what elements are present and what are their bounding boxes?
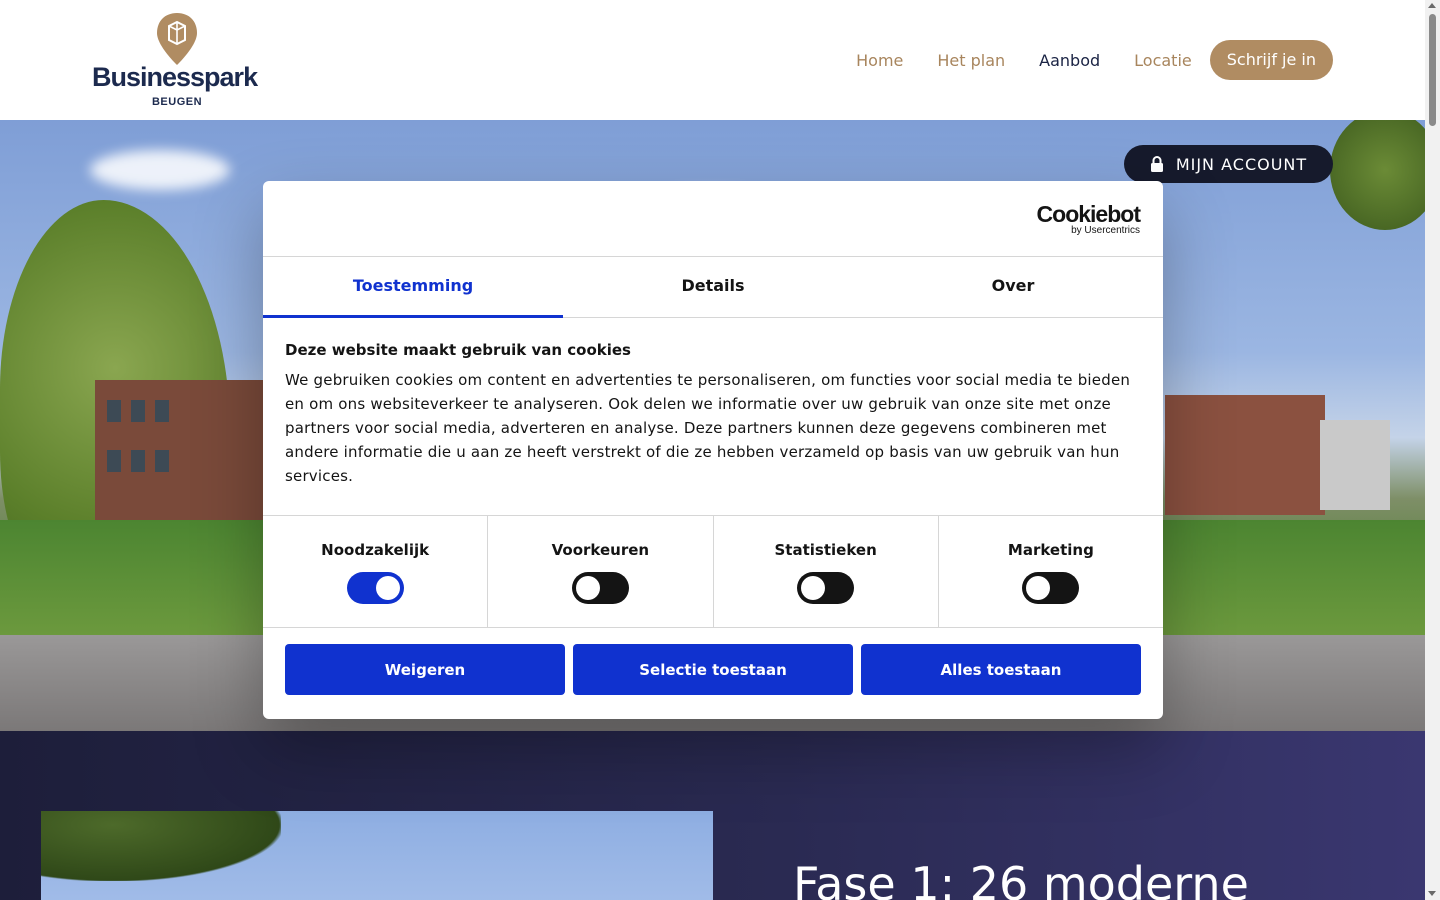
nav-locatie[interactable]: Locatie (1134, 51, 1192, 70)
house (1320, 420, 1390, 510)
main-nav: Home Het plan Aanbod Locatie Schrijf je … (822, 40, 1333, 80)
cookiebot-logo[interactable]: Cookiebot by Usercentrics (1036, 201, 1141, 237)
dialog-description: We gebruiken cookies om content en adver… (285, 371, 1131, 485)
toggle-label: Noodzakelijk (321, 541, 430, 559)
reject-button[interactable]: Weigeren (285, 644, 565, 695)
logo-subtitle: BEUGEN (151, 96, 203, 108)
phase-title: Fase 1: 26 moderne (793, 857, 1249, 900)
logo[interactable]: Businesspark BEUGEN (92, 12, 267, 112)
cookie-consent-dialog: Cookiebot by Usercentrics Toestemming De… (263, 181, 1163, 719)
lock-icon (1150, 156, 1163, 172)
toggle-label: Statistieken (774, 541, 877, 559)
toggle-noodzakelijk[interactable] (346, 572, 404, 604)
dialog-header: Cookiebot by Usercentrics (263, 181, 1163, 257)
logo-wordmark: Businesspark (92, 62, 258, 92)
building (95, 380, 270, 520)
toggle-group-noodzakelijk: Noodzakelijk (263, 516, 489, 627)
cloud (90, 150, 230, 190)
phase-image (41, 811, 713, 900)
nav-home[interactable]: Home (856, 51, 903, 70)
scrollbar-thumb[interactable] (1429, 14, 1436, 126)
signup-button[interactable]: Schrijf je in (1209, 40, 1333, 80)
cookiebot-wordmark: Cookiebot (1036, 201, 1141, 227)
scroll-down-arrow-icon[interactable] (1428, 891, 1436, 896)
tab-details[interactable]: Details (563, 257, 863, 317)
tree-branch (41, 811, 281, 881)
dialog-tabs: Toestemming Details Over (263, 257, 1163, 318)
map-pin-icon (157, 13, 197, 65)
consent-toggles: Noodzakelijk Voorkeuren Statistieken Mar… (263, 515, 1163, 628)
toggle-marketing[interactable] (1022, 572, 1080, 604)
toggle-label: Voorkeuren (551, 541, 650, 559)
scroll-up-arrow-icon[interactable] (1428, 3, 1436, 8)
tab-toestemming[interactable]: Toestemming (263, 257, 563, 318)
dialog-body: Deze website maakt gebruik van cookies W… (285, 341, 1141, 488)
site-header: Businesspark BEUGEN Home Het plan Aanbod… (0, 0, 1425, 120)
tree (1330, 120, 1425, 230)
dialog-heading: Deze website maakt gebruik van cookies (285, 341, 631, 359)
toggle-group-marketing: Marketing (939, 516, 1163, 627)
tab-over[interactable]: Over (863, 257, 1163, 317)
my-account-button[interactable]: MIJN ACCOUNT (1124, 145, 1333, 183)
my-account-label: MIJN ACCOUNT (1175, 154, 1308, 174)
toggle-voorkeuren[interactable] (571, 572, 629, 604)
page-scrollbar[interactable] (1425, 0, 1440, 900)
toggle-group-statistieken: Statistieken (714, 516, 939, 627)
toggle-label: Marketing (1007, 541, 1094, 559)
nav-aanbod[interactable]: Aanbod (1039, 51, 1100, 70)
building (1165, 395, 1325, 515)
phase-section: Fase 1: 26 moderne (0, 731, 1425, 900)
toggle-statistieken[interactable] (797, 572, 855, 604)
allow-all-button[interactable]: Alles toestaan (861, 644, 1141, 695)
nav-het-plan[interactable]: Het plan (937, 51, 1005, 70)
allow-selection-button[interactable]: Selectie toestaan (573, 644, 853, 695)
toggle-group-voorkeuren: Voorkeuren (488, 516, 714, 627)
dialog-actions: Weigeren Selectie toestaan Alles toestaa… (285, 644, 1141, 695)
